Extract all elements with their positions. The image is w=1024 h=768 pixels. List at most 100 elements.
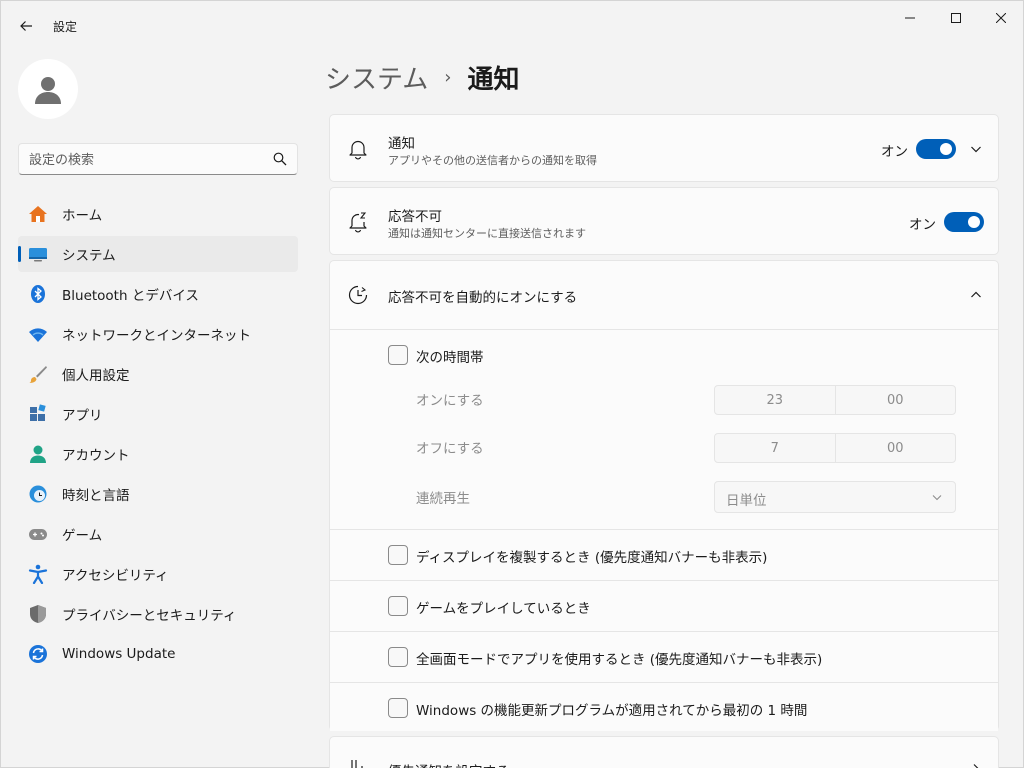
shield-icon xyxy=(28,604,48,624)
auto-dnd-expander: 応答不可を自動的にオンにする 次の時間帯 オンにする 23 00 オフにする 7… xyxy=(329,260,999,731)
clock-icon xyxy=(346,283,370,307)
close-button[interactable] xyxy=(978,1,1024,35)
sidebar-item-label: アクセシビリティ xyxy=(62,568,169,584)
divider xyxy=(330,529,998,530)
sidebar-item-label: ホーム xyxy=(62,208,103,224)
system-icon xyxy=(28,244,48,264)
sidebar-item-label: Windows Update xyxy=(62,646,176,662)
sidebar-item-windows-update[interactable]: Windows Update xyxy=(18,636,298,672)
turn-on-label: オンにする xyxy=(416,393,484,409)
breadcrumb-separator: › xyxy=(444,66,452,88)
divider xyxy=(330,631,998,632)
do-not-disturb-toggle[interactable] xyxy=(944,212,984,232)
notifications-card[interactable]: 通知 アプリやその他の送信者からの通知を取得 オン xyxy=(329,114,999,182)
sidebar-item-personalization[interactable]: 個人用設定 xyxy=(18,356,298,392)
sidebar-item-time-language[interactable]: 時刻と言語 xyxy=(18,476,298,512)
priority-notifications-title: 優先通知を設定する xyxy=(388,760,510,768)
sidebar-item-system[interactable]: システム xyxy=(18,236,298,272)
time-language-icon xyxy=(28,484,48,504)
page-title: 通知 xyxy=(467,64,520,95)
turn-off-time-picker[interactable]: 7 00 xyxy=(714,433,956,463)
sidebar-item-label: システム xyxy=(62,248,116,264)
turn-off-minute[interactable]: 00 xyxy=(834,434,956,462)
option-checkbox-feature-update[interactable] xyxy=(388,698,408,718)
minimize-icon xyxy=(905,17,915,19)
repeat-label: 連続再生 xyxy=(416,491,470,507)
auto-dnd-header[interactable]: 応答不可を自動的にオンにする xyxy=(330,261,998,329)
sidebar-item-label: ゲーム xyxy=(62,528,103,544)
title-bar: 設定 xyxy=(1,1,1024,49)
chevron-up-icon[interactable] xyxy=(968,287,984,303)
network-icon xyxy=(28,324,48,344)
sidebar-nav: ホーム システム Bluetooth とデバイス ネットワークとインターネット … xyxy=(18,196,298,676)
turn-off-label: オフにする xyxy=(416,441,484,457)
settings-search[interactable] xyxy=(18,143,298,175)
sidebar-item-accounts[interactable]: アカウント xyxy=(18,436,298,472)
chevron-down-icon[interactable] xyxy=(968,141,984,157)
sidebar-item-home[interactable]: ホーム xyxy=(18,196,298,232)
time-range-checkbox[interactable] xyxy=(388,345,408,365)
turn-on-hour[interactable]: 23 xyxy=(715,386,835,414)
turn-off-hour[interactable]: 7 xyxy=(715,434,835,462)
option-checkbox-duplicate-display[interactable] xyxy=(388,545,408,565)
brush-icon xyxy=(28,364,48,384)
divider xyxy=(330,682,998,683)
bell-icon xyxy=(346,137,370,161)
sidebar-item-network[interactable]: ネットワークとインターネット xyxy=(18,316,298,352)
sidebar-item-label: Bluetooth とデバイス xyxy=(62,288,199,304)
accessibility-icon xyxy=(28,564,48,584)
back-arrow-icon xyxy=(20,21,32,31)
sidebar-item-accessibility[interactable]: アクセシビリティ xyxy=(18,556,298,592)
sidebar-item-apps[interactable]: アプリ xyxy=(18,396,298,432)
sidebar-item-gaming[interactable]: ゲーム xyxy=(18,516,298,552)
settings-window: 設定 ホーム システム xyxy=(0,0,1024,768)
search-input[interactable] xyxy=(29,150,269,170)
bell-snooze-icon xyxy=(346,210,370,234)
apps-icon xyxy=(28,404,48,424)
notifications-toggle[interactable] xyxy=(916,139,956,159)
divider xyxy=(330,580,998,581)
option-label: Windows の機能更新プログラムが適用されてから最初の 1 時間 xyxy=(416,703,808,719)
do-not-disturb-card: 応答不可 通知は通知センターに直接送信されます オン xyxy=(329,187,999,255)
option-checkbox-fullscreen[interactable] xyxy=(388,647,408,667)
sidebar-item-label: アプリ xyxy=(62,408,103,424)
user-avatar[interactable] xyxy=(18,59,78,119)
gaming-icon xyxy=(28,524,48,544)
notifications-title: 通知 xyxy=(388,136,415,152)
chevron-right-icon[interactable] xyxy=(968,761,984,768)
sidebar-item-privacy[interactable]: プライバシーとセキュリティ xyxy=(18,596,298,632)
bluetooth-icon xyxy=(28,284,48,304)
maximize-icon xyxy=(951,13,961,23)
do-not-disturb-subtitle: 通知は通知センターに直接送信されます xyxy=(388,227,586,240)
option-label: 全画面モードでアプリを使用するとき (優先度通知バナーも非表示) xyxy=(416,652,823,668)
sidebar-item-bluetooth[interactable]: Bluetooth とデバイス xyxy=(18,276,298,312)
sidebar-item-label: 時刻と言語 xyxy=(62,488,130,504)
user-icon xyxy=(35,77,61,104)
maximize-button[interactable] xyxy=(933,1,979,35)
minimize-button[interactable] xyxy=(887,1,933,35)
breadcrumb-parent[interactable]: システム xyxy=(325,59,428,96)
do-not-disturb-state-label: オン xyxy=(909,217,936,233)
option-label: ゲームをプレイしているとき xyxy=(416,601,591,617)
app-title: 設定 xyxy=(53,20,78,34)
sidebar-item-label: ネットワークとインターネット xyxy=(62,328,251,344)
sidebar-item-label: 個人用設定 xyxy=(62,368,130,384)
notifications-state-label: オン xyxy=(881,144,908,160)
close-icon xyxy=(996,13,1006,23)
auto-dnd-body: 次の時間帯 オンにする 23 00 オフにする 7 00 連続再生 日単位 ディ… xyxy=(330,329,998,731)
sidebar-item-label: プライバシーとセキュリティ xyxy=(62,608,237,624)
option-label: ディスプレイを複製するとき (優先度通知バナーも非表示) xyxy=(416,550,768,566)
search-icon xyxy=(273,152,287,166)
option-checkbox-gaming[interactable] xyxy=(388,596,408,616)
turn-on-minute[interactable]: 00 xyxy=(834,386,956,414)
priority-notifications-card[interactable]: 優先通知を設定する xyxy=(329,736,999,768)
repeat-dropdown[interactable]: 日単位 xyxy=(714,481,956,513)
home-icon xyxy=(28,204,48,224)
auto-dnd-title: 応答不可を自動的にオンにする xyxy=(388,290,578,306)
back-button[interactable] xyxy=(11,11,41,41)
chevron-down-icon xyxy=(932,495,942,501)
repeat-dropdown-value: 日単位 xyxy=(726,493,767,509)
turn-on-time-picker[interactable]: 23 00 xyxy=(714,385,956,415)
time-range-label: 次の時間帯 xyxy=(416,350,484,366)
priority-icon xyxy=(346,757,370,768)
